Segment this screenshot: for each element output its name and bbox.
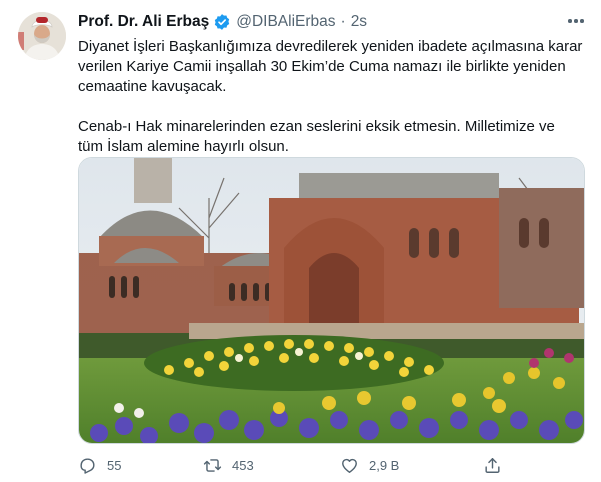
tweet-photo[interactable] bbox=[78, 157, 585, 444]
retweet-button[interactable]: 453 bbox=[203, 454, 254, 476]
author-name[interactable]: Prof. Dr. Ali Erbaş bbox=[78, 13, 209, 31]
tweet-paragraph: Cenab-ı Hak minarelerinden ezan seslerin… bbox=[78, 118, 555, 155]
share-icon bbox=[485, 457, 500, 473]
reply-icon bbox=[80, 457, 95, 474]
avatar[interactable] bbox=[18, 12, 66, 60]
more-horizontal-icon[interactable] bbox=[566, 13, 586, 29]
share-button[interactable] bbox=[483, 454, 502, 476]
avatar-image bbox=[18, 12, 66, 60]
author-handle[interactable]: @DIBAliErbas bbox=[236, 13, 335, 31]
retweet-icon bbox=[203, 458, 222, 472]
reply-count: 55 bbox=[107, 457, 122, 473]
retweet-count: 453 bbox=[232, 457, 254, 473]
tweet-card[interactable]: Prof. Dr. Ali Erbaş @DIBAliErbas · 2s Di… bbox=[0, 0, 601, 482]
verified-badge-icon bbox=[213, 13, 231, 31]
tweet-text: Diyanet İşleri Başkanlığımıza devrediler… bbox=[78, 37, 588, 157]
tweet-header: Prof. Dr. Ali Erbaş @DIBAliErbas · 2s bbox=[78, 12, 367, 32]
tweet-paragraph: Diyanet İşleri Başkanlığımıza devrediler… bbox=[78, 38, 583, 95]
heart-icon bbox=[342, 458, 357, 473]
tweet-actions: 55 453 2,9 B bbox=[78, 454, 588, 476]
reply-button[interactable]: 55 bbox=[78, 454, 121, 476]
header-separator: · bbox=[340, 13, 346, 30]
like-count: 2,9 B bbox=[369, 457, 400, 473]
mosque-photo-illustration bbox=[79, 158, 584, 443]
like-button[interactable]: 2,9 B bbox=[340, 454, 399, 476]
tweet-timestamp[interactable]: 2s bbox=[351, 13, 367, 31]
